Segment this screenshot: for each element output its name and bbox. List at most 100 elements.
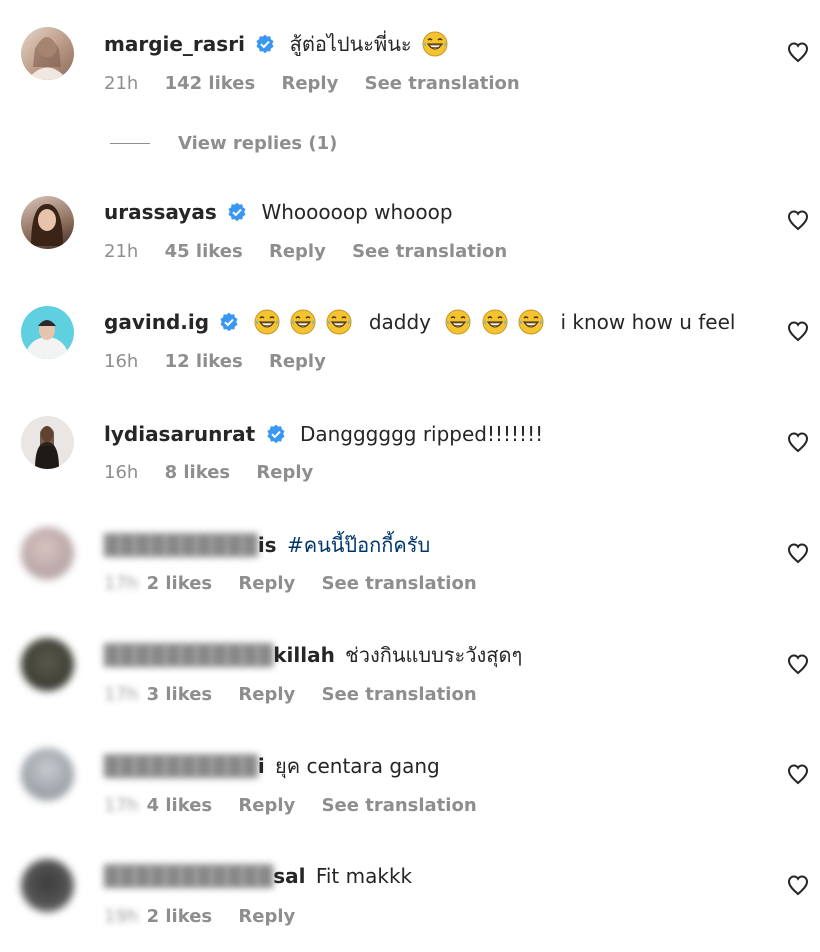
comment-text: สู้ต่อไปนะพี่นะ [289,32,412,56]
comment-timestamp[interactable]: 21h [104,241,138,262]
avatar[interactable] [21,859,74,912]
comment-meta: 21h 142 likes Reply See translation [104,72,540,96]
grinning-tears-emoji-icon [482,309,508,342]
comment-timestamp[interactable]: 17h [104,573,138,594]
verified-badge-icon [219,311,239,339]
reply-button[interactable]: Reply [238,795,295,816]
comment-timestamp[interactable]: 21h [104,73,138,94]
comment-timestamp[interactable]: 19h [104,906,138,927]
blurred-username[interactable]: ██████████ [104,533,258,557]
grinning-tears-emoji-icon [326,309,352,342]
see-translation-button[interactable]: See translation [352,241,507,262]
comment-username[interactable]: sal [273,864,305,888]
comment-text: Dangggggg ripped!!!!!!! [299,422,544,446]
comment-meta: 16h 8 likes Reply [104,461,333,485]
verified-badge-icon [255,33,275,61]
comment-main-line: margie_rasri สู้ต่อไปนะพี่นะ [104,30,448,64]
comment-text: Whooooop whooop [261,200,453,224]
like-heart-icon[interactable] [786,652,810,676]
comment-main-line: urassayas Whooooop whooop [104,198,453,229]
grinning-tears-emoji-icon [445,309,471,342]
avatar[interactable] [21,306,74,359]
reply-button[interactable]: Reply [269,351,326,372]
reply-button[interactable]: Reply [281,73,338,94]
comment-username[interactable]: gavind.ig [104,310,209,334]
like-heart-icon[interactable] [786,208,810,232]
comment-text: ช่วงกินแบบระวังสุดๆ [345,643,523,667]
comment-meta: 19h 2 likes Reply [104,905,315,929]
comment-text: Fit makkk [315,864,413,888]
comment-username[interactable]: i [258,754,265,778]
comment-text: ยุค centara gang [275,754,440,778]
comment-main-line: ███████████sal Fit makkk [104,862,412,890]
divider-line [110,142,150,144]
avatar-photo [35,426,59,469]
comment-username[interactable]: margie_rasri [104,32,245,56]
comment-main-line: ██████████i ยุค centara gang [104,752,440,780]
reply-button[interactable]: Reply [238,684,295,705]
avatar-photo [25,320,69,359]
comment-text: daddy [368,310,432,334]
comment-likes-count[interactable]: 3 likes [147,684,213,705]
comment-main-line: gavind.ig daddy i know how u feel [104,308,735,342]
grinning-tears-emoji-icon [422,31,448,64]
blurred-username[interactable]: ███████████ [104,864,273,888]
reply-button[interactable]: Reply [238,906,295,927]
grinning-tears-emoji-icon [254,309,280,342]
comment-main-line: lydiasarunrat Dangggggg ripped!!!!!!! [104,420,543,451]
comment-likes-count[interactable]: 2 likes [147,906,213,927]
like-heart-icon[interactable] [786,319,810,343]
comment-username[interactable]: urassayas [104,200,217,224]
reply-button[interactable]: Reply [256,462,313,483]
avatar-photo [31,204,63,246]
view-replies-label: View replies (1) [178,132,338,154]
like-heart-icon[interactable] [786,430,810,454]
like-heart-icon[interactable] [786,541,810,565]
view-replies-button[interactable]: View replies (1) [110,130,337,156]
comment-meta: 17h 3 likes Reply See translation [104,683,497,707]
avatar-photo [27,37,68,80]
comment-main-line: ██████████is #คนนี้ป๊อกกี้ครับ [104,531,430,559]
comment-hashtag-link[interactable]: #คนนี้ป๊อกกี้ครับ [287,533,430,557]
avatar[interactable] [21,196,74,249]
avatar[interactable] [21,638,74,691]
avatar[interactable] [21,527,74,580]
avatar[interactable] [21,748,74,801]
see-translation-button[interactable]: See translation [322,684,477,705]
comment-likes-count[interactable]: 45 likes [165,241,243,262]
comment-meta: 16h 12 likes Reply [104,350,346,374]
like-heart-icon[interactable] [786,873,810,897]
comment-meta: 17h 2 likes Reply See translation [104,572,497,596]
comment-likes-count[interactable]: 4 likes [147,795,213,816]
avatar[interactable] [21,27,74,80]
comment-timestamp[interactable]: 16h [104,351,138,372]
verified-badge-icon [227,201,247,229]
comment-timestamp[interactable]: 17h [104,684,138,705]
avatar[interactable] [21,416,74,469]
grinning-tears-emoji-icon [518,309,544,342]
comment-main-line: ███████████killah ช่วงกินแบบระวังสุดๆ [104,641,522,669]
comment-text: i know how u feel [560,310,736,334]
verified-badge-icon [266,423,286,451]
comment-likes-count[interactable]: 2 likes [147,573,213,594]
see-translation-button[interactable]: See translation [322,573,477,594]
blurred-username[interactable]: ██████████ [104,754,258,778]
comment-likes-count[interactable]: 142 likes [165,73,256,94]
grinning-tears-emoji-icon [290,309,316,342]
comment-meta: 21h 45 likes Reply See translation [104,240,527,264]
comment-likes-count[interactable]: 8 likes [165,462,231,483]
comment-likes-count[interactable]: 12 likes [165,351,243,372]
comment-timestamp[interactable]: 16h [104,462,138,483]
like-heart-icon[interactable] [786,762,810,786]
comment-username[interactable]: lydiasarunrat [104,422,255,446]
comment-timestamp[interactable]: 17h [104,795,138,816]
comment-meta: 17h 4 likes Reply See translation [104,794,497,818]
see-translation-button[interactable]: See translation [365,73,520,94]
comment-username[interactable]: is [258,533,277,557]
comment-username[interactable]: killah [273,643,335,667]
reply-button[interactable]: Reply [269,241,326,262]
reply-button[interactable]: Reply [238,573,295,594]
like-heart-icon[interactable] [786,40,810,64]
blurred-username[interactable]: ███████████ [104,643,273,667]
see-translation-button[interactable]: See translation [322,795,477,816]
